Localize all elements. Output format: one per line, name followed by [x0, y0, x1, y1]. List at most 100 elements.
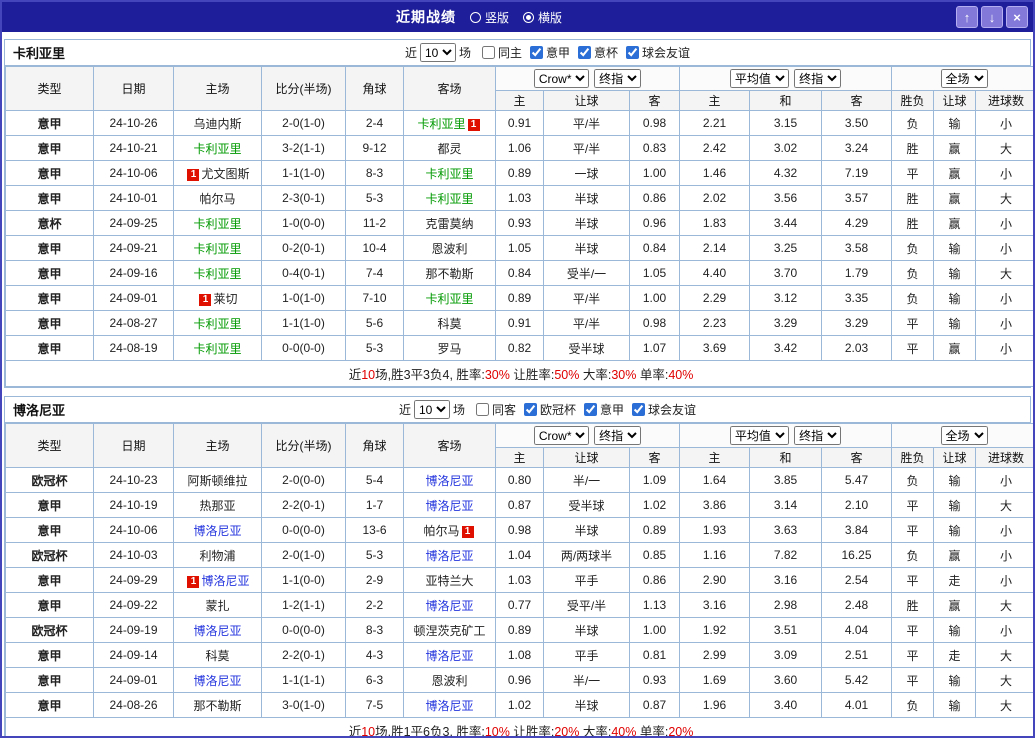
corner-score: 9-12 — [345, 135, 404, 161]
home-team: 热那亚 — [199, 498, 236, 513]
away-team[interactable]: 博洛尼亚 — [425, 699, 473, 713]
filter-checkbox[interactable]: 意杯 — [578, 44, 618, 61]
away-team: 都灵 — [437, 141, 462, 156]
result-goals: 小 — [975, 235, 1033, 261]
result-handicap: 输 — [933, 467, 977, 493]
filter-checkbox[interactable]: 意甲 — [584, 401, 624, 418]
final-index-select-2[interactable]: 终指 — [794, 69, 842, 88]
average-select[interactable]: 平均值 — [729, 69, 789, 88]
avg-draw: 3.60 — [749, 667, 822, 693]
summary-part: 单率: — [636, 725, 669, 738]
league-type: 意甲 — [5, 492, 94, 518]
match-count-select[interactable]: 10 — [419, 43, 456, 62]
filter-checkbox[interactable]: 球会友谊 — [626, 44, 690, 61]
filter-checkbox[interactable]: 球会友谊 — [632, 401, 696, 418]
home-cell: 1 尤文图斯 — [173, 160, 262, 186]
result-handicap: 输 — [933, 617, 977, 643]
away-team[interactable]: 博洛尼亚 — [425, 549, 473, 563]
away-team[interactable]: 博洛尼亚 — [425, 474, 473, 488]
checkbox-input[interactable] — [481, 45, 495, 59]
filter-checkbox[interactable]: 欧冠杯 — [524, 401, 576, 418]
corner-score: 8-3 — [345, 617, 404, 643]
avg-draw: 3.09 — [749, 642, 822, 668]
home-cell: 科莫 — [173, 642, 262, 668]
result-handicap: 输 — [933, 260, 977, 286]
home-team[interactable]: 卡利亚里 — [193, 342, 241, 356]
home-team[interactable]: 博洛尼亚 — [193, 624, 241, 638]
away-cell: 博洛尼亚 — [403, 492, 496, 518]
final-index-select[interactable]: 终指 — [594, 69, 642, 88]
odds-home: 0.77 — [495, 592, 544, 618]
checkbox-input[interactable] — [632, 402, 646, 416]
home-team[interactable]: 博洛尼亚 — [193, 524, 241, 538]
subcolumn-header: 主 — [679, 447, 750, 468]
league-type: 欧冠杯 — [5, 617, 94, 643]
match-row: 欧冠杯 24-10-23 阿斯顿维拉 2-0(0-0) 5-4 博洛尼亚 0.80 半/一 1.… — [5, 467, 1033, 493]
match-date: 24-09-21 — [93, 235, 174, 261]
checkbox-input[interactable] — [530, 45, 543, 59]
home-team[interactable]: 卡利亚里 — [193, 242, 241, 256]
corner-score: 5-6 — [345, 310, 404, 336]
summary-part: 大率: — [579, 368, 612, 382]
games-label: 场 — [458, 46, 471, 60]
avg-away: 4.04 — [820, 617, 893, 643]
subcolumn-header: 让球 — [543, 447, 630, 468]
summary-part: 40% — [668, 368, 694, 382]
team-section: 卡利亚里 近 10 场 同主 意甲 意杯 球会友谊 类型 日期 主场 比分(半场) — [4, 39, 1033, 388]
handicap-line: 半/一 — [543, 467, 630, 493]
scroll-down-button[interactable]: ↓ — [981, 6, 1003, 28]
close-button[interactable]: × — [1006, 6, 1028, 28]
scope-select[interactable]: 全场 — [940, 426, 988, 445]
away-team: 恩波利 — [431, 673, 468, 688]
company-select[interactable]: Crow* — [533, 69, 589, 88]
checkbox-input[interactable] — [475, 402, 489, 416]
company-select[interactable]: Crow* — [533, 426, 589, 445]
checkbox-input[interactable] — [626, 45, 640, 59]
checkbox-input[interactable] — [584, 402, 598, 416]
home-cell: 热那亚 — [173, 492, 262, 518]
average-select[interactable]: 平均值 — [729, 426, 789, 445]
match-row: 意杯 24-09-25 卡利亚里 1-0(0-0) 11-2 克雷莫纳 0.93 半球 0.96… — [5, 210, 1033, 236]
result-goals: 小 — [975, 160, 1033, 186]
home-team[interactable]: 博洛尼亚 — [193, 674, 241, 688]
home-cell: 蒙扎 — [173, 592, 262, 618]
away-team[interactable]: 卡利亚里 — [425, 192, 473, 206]
final-index-select[interactable]: 终指 — [594, 426, 642, 445]
match-score: 2-2(0-1) — [261, 492, 346, 518]
filter-checkbox[interactable]: 同主 — [481, 44, 522, 61]
away-team[interactable]: 博洛尼亚 — [425, 649, 473, 663]
match-row: 意甲 24-10-19 热那亚 2-2(0-1) 1-7 博洛尼亚 0.87 受半球 1.02 3… — [5, 492, 1033, 518]
filter-checkbox[interactable]: 意甲 — [530, 44, 570, 61]
view-mode-radio-horizontal[interactable]: 横版 — [523, 9, 562, 26]
filter-checkbox[interactable]: 同客 — [475, 401, 516, 418]
odds-home: 0.96 — [495, 667, 544, 693]
home-team[interactable]: 卡利亚里 — [193, 317, 241, 331]
away-team[interactable]: 博洛尼亚 — [425, 599, 473, 613]
odds-away: 1.02 — [629, 492, 680, 518]
away-team[interactable]: 卡利亚里 — [425, 292, 473, 306]
avg-home: 1.64 — [679, 467, 750, 493]
home-team[interactable]: 卡利亚里 — [193, 142, 241, 156]
match-count-select[interactable]: 10 — [413, 400, 450, 419]
scroll-up-button[interactable]: ↑ — [956, 6, 978, 28]
subcolumn-header: 客 — [820, 447, 893, 468]
final-index-select-2[interactable]: 终指 — [794, 426, 842, 445]
home-team[interactable]: 卡利亚里 — [193, 217, 241, 231]
match-date: 24-09-25 — [93, 210, 174, 236]
away-team[interactable]: 博洛尼亚 — [425, 499, 473, 513]
away-team[interactable]: 卡利亚里 — [417, 117, 465, 131]
scope-select[interactable]: 全场 — [940, 69, 988, 88]
odds-home: 1.04 — [495, 542, 544, 568]
subcolumn-header: 胜负 — [891, 90, 935, 111]
avg-away: 3.58 — [820, 235, 893, 261]
home-team[interactable]: 卡利亚里 — [193, 267, 241, 281]
odds-away: 1.00 — [629, 617, 680, 643]
home-team[interactable]: 博洛尼亚 — [201, 574, 249, 588]
checkbox-input[interactable] — [578, 45, 592, 59]
corner-score: 13-6 — [345, 517, 404, 543]
away-team[interactable]: 卡利亚里 — [425, 167, 473, 181]
league-type: 意甲 — [5, 285, 94, 311]
home-team: 尤文图斯 — [201, 166, 250, 181]
view-mode-radio-vertical[interactable]: 竖版 — [469, 9, 509, 26]
checkbox-input[interactable] — [524, 402, 537, 416]
